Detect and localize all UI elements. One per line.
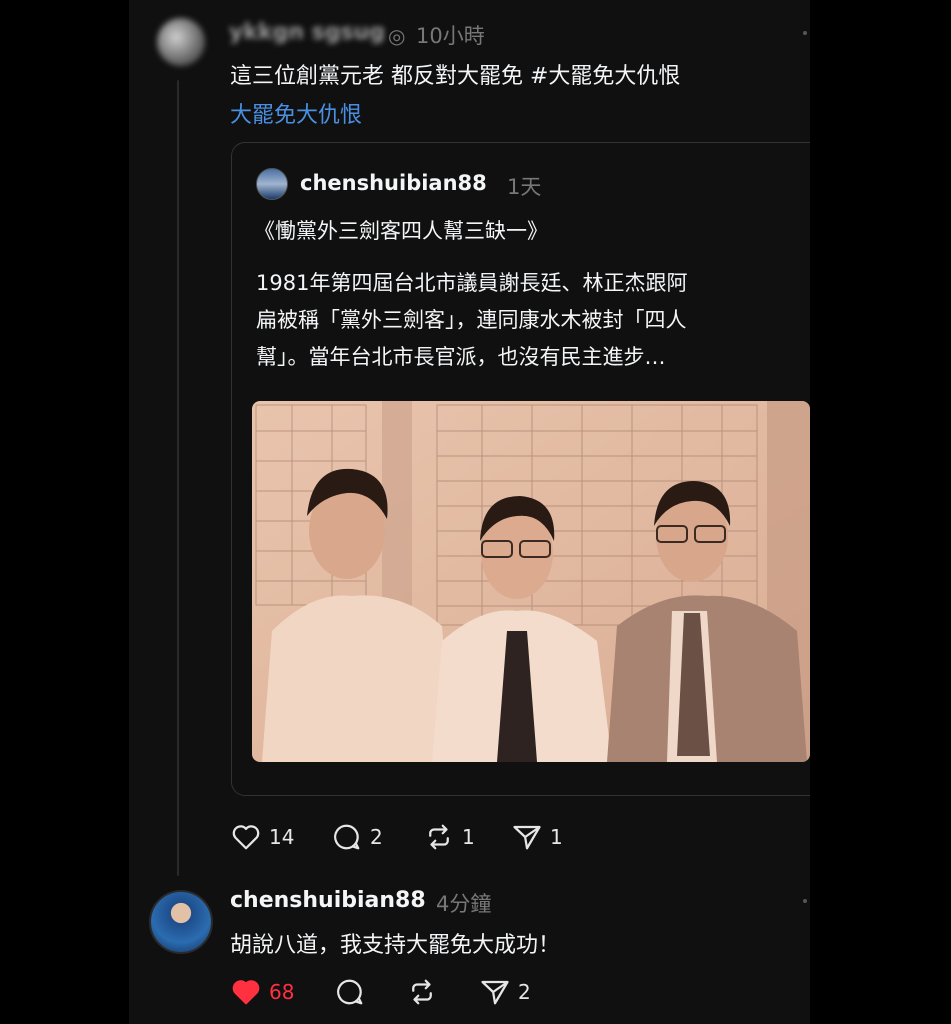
quote-body-line2: 扁被稱「黨外三劍客」，連同康水木被封「四人 <box>256 308 687 332</box>
threads-screen: ykkgn sgsug ◎ 10小時 這三位創黨元老 都反對大罷免 #大罷免大仇… <box>129 0 810 1024</box>
like-button[interactable]: 14 <box>231 823 294 851</box>
post-time: 10小時 <box>416 24 485 48</box>
share-button[interactable]: 1 <box>512 823 563 851</box>
quote-avatar[interactable] <box>256 168 288 200</box>
post-username[interactable]: ykkgn sgsug <box>229 20 385 45</box>
post-text: 這三位創黨元老 都反對大罷免 #大罷免大仇恨 <box>230 64 681 89</box>
repost-button[interactable]: 1 <box>424 823 475 851</box>
quote-time: 1天 <box>507 175 542 199</box>
reply-avatar[interactable] <box>149 890 213 954</box>
comment-button[interactable]: 2 <box>332 823 383 851</box>
reply-share-button[interactable]: 2 <box>480 978 531 1006</box>
quote-body-line3: 幫」。當年台北市長官派，也沒有民主進步… <box>256 345 666 369</box>
hashtag-link[interactable]: 大罷免大仇恨 <box>230 97 362 129</box>
reply-like-button[interactable]: 68 <box>231 978 294 1006</box>
thread-line <box>177 80 179 876</box>
heart-filled-icon <box>232 980 260 1005</box>
reply-share-count: 2 <box>518 980 531 1004</box>
reply-like-count: 68 <box>269 980 295 1004</box>
threads-icon: ◎ <box>388 24 406 48</box>
quote-photo[interactable] <box>252 401 810 762</box>
reply-text: 胡說八道，我支持大罷免大成功！ <box>230 933 561 958</box>
like-count: 14 <box>269 825 295 849</box>
reply-username[interactable]: chenshuibian88 <box>230 888 426 913</box>
reply-repost-button[interactable] <box>407 978 437 1006</box>
repost-icon <box>412 979 432 1005</box>
more-options-icon[interactable] <box>803 31 807 35</box>
repost-icon <box>429 824 449 850</box>
quote-body-line1: 1981年第四屆台北市議員謝長廷、林正杰跟阿 <box>256 271 688 295</box>
heart-icon <box>232 825 260 850</box>
quote-username[interactable]: chenshuibian88 <box>300 171 487 195</box>
comment-icon <box>337 979 363 1005</box>
share-count: 1 <box>550 825 563 849</box>
repost-count: 1 <box>462 825 475 849</box>
send-icon <box>513 825 541 850</box>
comment-icon <box>334 824 360 850</box>
avatar[interactable] <box>157 18 205 66</box>
reply-time: 4分鐘 <box>436 892 492 916</box>
reply-more-options-icon[interactable] <box>803 899 807 903</box>
reply-comment-button[interactable] <box>335 978 365 1006</box>
comment-count: 2 <box>370 825 383 849</box>
send-icon <box>481 980 509 1005</box>
quote-title: 《慟黨外三劍客四人幫三缺一》 <box>254 219 548 243</box>
